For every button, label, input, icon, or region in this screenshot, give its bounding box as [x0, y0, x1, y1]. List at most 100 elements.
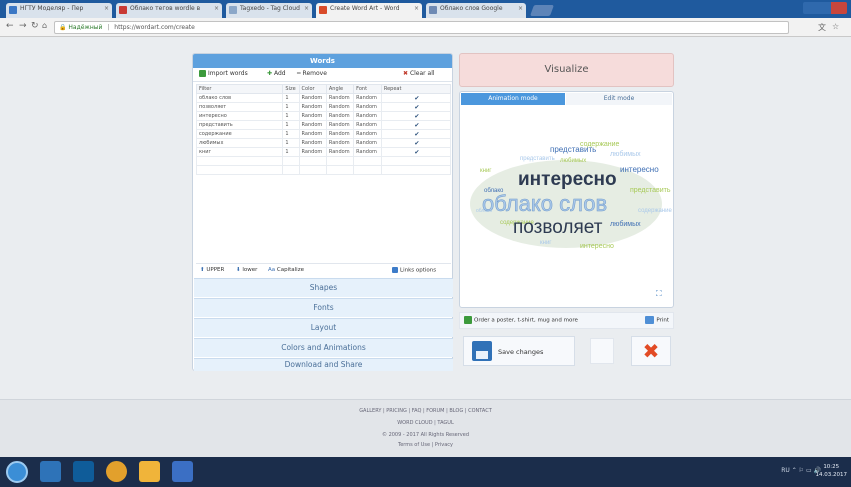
table-row[interactable]: позволяет 1 Random Random Random ✔	[195, 102, 452, 112]
empty-cell[interactable]	[195, 156, 284, 166]
options-button[interactable]: Links options	[392, 267, 436, 274]
repeat-checkbox[interactable]: ✔	[380, 147, 452, 157]
cell-size[interactable]: 1	[282, 93, 300, 103]
column-header[interactable]: Filter	[195, 84, 284, 94]
import-words-button[interactable]: Import words	[199, 70, 248, 77]
empty-cell[interactable]	[282, 156, 300, 166]
order-button[interactable]: Order a poster, t-shirt, mug and more	[464, 316, 578, 324]
browser-tab[interactable]: Create Word Art - Word ×	[316, 3, 422, 18]
empty-cell[interactable]	[380, 165, 452, 175]
section-colors-and-animations[interactable]: Colors and Animations	[194, 338, 453, 357]
add-word-button[interactable]: ✚ Add	[267, 70, 286, 77]
remove-word-button[interactable]: ═ Remove	[297, 70, 327, 77]
cell-angle[interactable]: Random	[325, 111, 355, 121]
start-button[interactable]	[6, 461, 28, 483]
capitalize-button[interactable]: Aa Capitalize	[268, 267, 304, 273]
cell-size[interactable]: 1	[282, 120, 300, 130]
cell-angle[interactable]: Random	[325, 138, 355, 148]
footer-terms[interactable]: Terms of Use | Privacy	[0, 442, 851, 448]
clear-all-button[interactable]: ✖ Clear all	[403, 70, 435, 77]
table-row[interactable]: представить 1 Random Random Random ✔	[195, 120, 452, 130]
cell-angle[interactable]: Random	[325, 129, 355, 139]
cell-font[interactable]: Random	[353, 102, 382, 112]
cell-angle[interactable]: Random	[325, 147, 355, 157]
empty-cell[interactable]	[325, 156, 355, 166]
cell-word[interactable]: облако слов	[195, 93, 284, 103]
cell-angle[interactable]: Random	[325, 102, 355, 112]
cell-font[interactable]: Random	[353, 147, 382, 157]
empty-row[interactable]	[195, 156, 452, 166]
tab-animation-mode[interactable]: Animation mode	[461, 93, 565, 105]
footer-line2[interactable]: WORD CLOUD | TAGUL	[0, 420, 851, 426]
tab-close-icon[interactable]: ×	[518, 5, 523, 12]
section-fonts[interactable]: Fonts	[194, 298, 453, 317]
cell-color[interactable]: Random	[298, 93, 327, 103]
cell-word[interactable]: любимых	[195, 138, 284, 148]
cell-font[interactable]: Random	[353, 111, 382, 121]
cell-font[interactable]: Random	[353, 138, 382, 148]
word-icon[interactable]	[172, 461, 193, 482]
empty-cell[interactable]	[325, 165, 355, 175]
visualize-button[interactable]: Visualize	[459, 53, 674, 87]
repeat-checkbox[interactable]: ✔	[380, 102, 452, 112]
table-row[interactable]: любимых 1 Random Random Random ✔	[195, 138, 452, 148]
empty-cell[interactable]	[298, 156, 327, 166]
tab-close-icon[interactable]: ×	[104, 5, 109, 12]
cell-word[interactable]: позволяет	[195, 102, 284, 112]
tab-close-icon[interactable]: ×	[304, 5, 309, 12]
home-icon[interactable]: ⌂	[42, 21, 47, 30]
tab-close-icon[interactable]: ×	[414, 5, 419, 12]
section-layout[interactable]: Layout	[194, 318, 453, 337]
cell-font[interactable]: Random	[353, 93, 382, 103]
table-row[interactable]: книг 1 Random Random Random ✔	[195, 147, 452, 157]
cell-color[interactable]: Random	[298, 129, 327, 139]
cell-word[interactable]: представить	[195, 120, 284, 130]
bookmark-star-icon[interactable]: ☆	[832, 22, 839, 31]
repeat-checkbox[interactable]: ✔	[380, 120, 452, 130]
cell-size[interactable]: 1	[282, 129, 300, 139]
cell-color[interactable]: Random	[298, 111, 327, 121]
footer-links[interactable]: GALLERY | PRICING | FAQ | FORUM | BLOG |…	[0, 408, 851, 414]
fullscreen-icon[interactable]: ⛶	[656, 289, 665, 298]
clock[interactable]: 10:25 14.03.2017	[816, 463, 848, 479]
cell-size[interactable]: 1	[282, 111, 300, 121]
explorer-icon[interactable]	[40, 461, 61, 482]
uppercase-button[interactable]: ⬆ UPPER	[200, 267, 224, 273]
window-controls[interactable]	[803, 2, 847, 14]
cell-color[interactable]: Random	[298, 147, 327, 157]
cell-color[interactable]: Random	[298, 120, 327, 130]
save-changes-button[interactable]: Save changes	[463, 336, 575, 366]
empty-cell[interactable]	[380, 156, 452, 166]
section-download-and-share[interactable]: Download and Share	[194, 358, 453, 371]
repeat-checkbox[interactable]: ✔	[380, 93, 452, 103]
lowercase-button[interactable]: ⬇ lower	[236, 267, 257, 273]
column-header[interactable]: Repeat	[380, 84, 452, 94]
cell-font[interactable]: Random	[353, 129, 382, 139]
chrome-icon[interactable]	[106, 461, 127, 482]
table-row[interactable]: интересно 1 Random Random Random ✔	[195, 111, 452, 121]
browser-tab[interactable]: Облако слов Google ×	[426, 3, 526, 18]
cell-angle[interactable]: Random	[325, 93, 355, 103]
empty-row[interactable]	[195, 165, 452, 175]
delete-icon[interactable]: ✖	[631, 336, 671, 366]
column-header[interactable]: Angle	[325, 84, 355, 94]
tab-edit-mode[interactable]: Edit mode	[566, 93, 672, 105]
back-icon[interactable]: ←	[6, 21, 14, 31]
repeat-checkbox[interactable]: ✔	[380, 111, 452, 121]
browser-tab[interactable]: Облако тегов wordle в ×	[116, 3, 222, 18]
empty-cell[interactable]	[195, 165, 284, 175]
empty-cell[interactable]	[353, 156, 382, 166]
cell-font[interactable]: Random	[353, 120, 382, 130]
cell-size[interactable]: 1	[282, 102, 300, 112]
repeat-checkbox[interactable]: ✔	[380, 138, 452, 148]
paint-icon[interactable]	[139, 461, 160, 482]
table-row[interactable]: облако слов 1 Random Random Random ✔	[195, 93, 452, 103]
cell-size[interactable]: 1	[282, 138, 300, 148]
table-row[interactable]: содержание 1 Random Random Random ✔	[195, 129, 452, 139]
column-header[interactable]: Color	[298, 84, 327, 94]
repeat-checkbox[interactable]: ✔	[380, 129, 452, 139]
empty-cell[interactable]	[298, 165, 327, 175]
section-shapes[interactable]: Shapes	[194, 278, 453, 297]
cell-word[interactable]: содержание	[195, 129, 284, 139]
column-header[interactable]: Font	[353, 84, 382, 94]
